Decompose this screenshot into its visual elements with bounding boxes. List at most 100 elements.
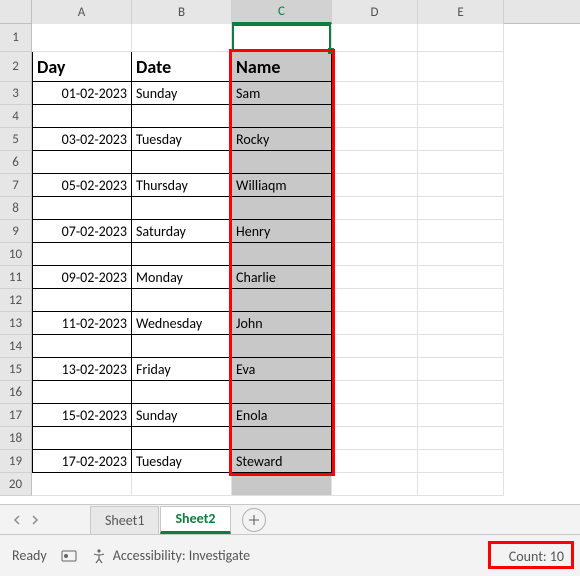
column-header-A[interactable]: A (32, 0, 132, 24)
cell-D1[interactable] (332, 24, 418, 52)
tab-nav-prev-icon[interactable] (10, 513, 24, 527)
cell-E3[interactable] (418, 82, 504, 105)
cell-B19[interactable]: Tuesday (132, 450, 232, 473)
cell-B1[interactable] (132, 24, 232, 52)
cell-B12[interactable] (132, 289, 232, 312)
cell-C19[interactable]: Steward (232, 450, 332, 473)
cell-E5[interactable] (418, 128, 504, 151)
cell-A7[interactable]: 05-02-2023 (32, 174, 132, 197)
cell-E13[interactable] (418, 312, 504, 335)
cell-D4[interactable] (332, 105, 418, 128)
cell-E18[interactable] (418, 427, 504, 450)
cell-D13[interactable] (332, 312, 418, 335)
cell-C16[interactable] (232, 381, 332, 404)
cell-C10[interactable] (232, 243, 332, 266)
cell-A5[interactable]: 03-02-2023 (32, 128, 132, 151)
cell-B3[interactable]: Sunday (132, 82, 232, 105)
cell-E15[interactable] (418, 358, 504, 381)
cell-A15[interactable]: 13-02-2023 (32, 358, 132, 381)
column-header-D[interactable]: D (332, 0, 418, 24)
cell-D19[interactable] (332, 450, 418, 473)
cell-E16[interactable] (418, 381, 504, 404)
row-header-13[interactable]: 13 (0, 312, 32, 335)
cell-C20[interactable] (232, 473, 332, 496)
row-header-17[interactable]: 17 (0, 404, 32, 427)
cell-E2[interactable] (418, 52, 504, 82)
row-header-12[interactable]: 12 (0, 289, 32, 312)
row-header-16[interactable]: 16 (0, 381, 32, 404)
cell-A10[interactable] (32, 243, 132, 266)
cell-E12[interactable] (418, 289, 504, 312)
cell-A17[interactable]: 15-02-2023 (32, 404, 132, 427)
row-header-5[interactable]: 5 (0, 128, 32, 151)
cell-C17[interactable]: Enola (232, 404, 332, 427)
cell-E19[interactable] (418, 450, 504, 473)
cell-B15[interactable]: Friday (132, 358, 232, 381)
cell-A20[interactable] (32, 473, 132, 496)
cell-B7[interactable]: Thursday (132, 174, 232, 197)
cell-D16[interactable] (332, 381, 418, 404)
cell-E9[interactable] (418, 220, 504, 243)
cell-B17[interactable]: Sunday (132, 404, 232, 427)
macro-record-icon[interactable] (61, 548, 77, 564)
cell-E1[interactable] (418, 24, 504, 52)
row-header-10[interactable]: 10 (0, 243, 32, 266)
cell-A1[interactable] (32, 24, 132, 52)
cells-grid[interactable]: DayDateName01-02-2023SundaySam03-02-2023… (32, 24, 504, 496)
cell-A11[interactable]: 09-02-2023 (32, 266, 132, 289)
cell-C8[interactable] (232, 197, 332, 220)
cell-A13[interactable]: 11-02-2023 (32, 312, 132, 335)
cell-B20[interactable] (132, 473, 232, 496)
cell-E10[interactable] (418, 243, 504, 266)
cell-A9[interactable]: 07-02-2023 (32, 220, 132, 243)
cell-B16[interactable] (132, 381, 232, 404)
cell-E8[interactable] (418, 197, 504, 220)
cell-C18[interactable] (232, 427, 332, 450)
cell-D9[interactable] (332, 220, 418, 243)
cell-C12[interactable] (232, 289, 332, 312)
cell-B14[interactable] (132, 335, 232, 358)
cell-D10[interactable] (332, 243, 418, 266)
column-header-B[interactable]: B (132, 0, 232, 24)
cell-D11[interactable] (332, 266, 418, 289)
cell-D6[interactable] (332, 151, 418, 174)
cell-B5[interactable]: Tuesday (132, 128, 232, 151)
cell-E20[interactable] (418, 473, 504, 496)
select-all-corner[interactable] (0, 0, 32, 24)
row-header-19[interactable]: 19 (0, 450, 32, 473)
accessibility-icon[interactable] (91, 548, 107, 564)
cell-C14[interactable] (232, 335, 332, 358)
cell-D20[interactable] (332, 473, 418, 496)
cell-A6[interactable] (32, 151, 132, 174)
cell-E11[interactable] (418, 266, 504, 289)
cell-C15[interactable]: Eva (232, 358, 332, 381)
tab-sheet2[interactable]: Sheet2 (160, 506, 230, 534)
column-header-C[interactable]: C (232, 0, 332, 24)
cell-C7[interactable]: Williaqm (232, 174, 332, 197)
cell-E14[interactable] (418, 335, 504, 358)
tab-sheet1[interactable]: Sheet1 (90, 506, 159, 534)
cell-D12[interactable] (332, 289, 418, 312)
cell-C9[interactable]: Henry (232, 220, 332, 243)
cell-D5[interactable] (332, 128, 418, 151)
status-accessibility[interactable]: Accessibility: Investigate (113, 547, 250, 564)
cell-D15[interactable] (332, 358, 418, 381)
row-header-11[interactable]: 11 (0, 266, 32, 289)
row-header-18[interactable]: 18 (0, 427, 32, 450)
cell-C1[interactable] (232, 24, 332, 52)
cell-D7[interactable] (332, 174, 418, 197)
cell-A19[interactable]: 17-02-2023 (32, 450, 132, 473)
row-header-15[interactable]: 15 (0, 358, 32, 381)
cell-D2[interactable] (332, 52, 418, 82)
row-header-7[interactable]: 7 (0, 174, 32, 197)
new-sheet-button[interactable] (242, 508, 266, 532)
cell-A4[interactable] (32, 105, 132, 128)
cell-D3[interactable] (332, 82, 418, 105)
cell-E4[interactable] (418, 105, 504, 128)
row-header-14[interactable]: 14 (0, 335, 32, 358)
cell-B8[interactable] (132, 197, 232, 220)
cell-E6[interactable] (418, 151, 504, 174)
cell-D8[interactable] (332, 197, 418, 220)
cell-C6[interactable] (232, 151, 332, 174)
cell-C4[interactable] (232, 105, 332, 128)
